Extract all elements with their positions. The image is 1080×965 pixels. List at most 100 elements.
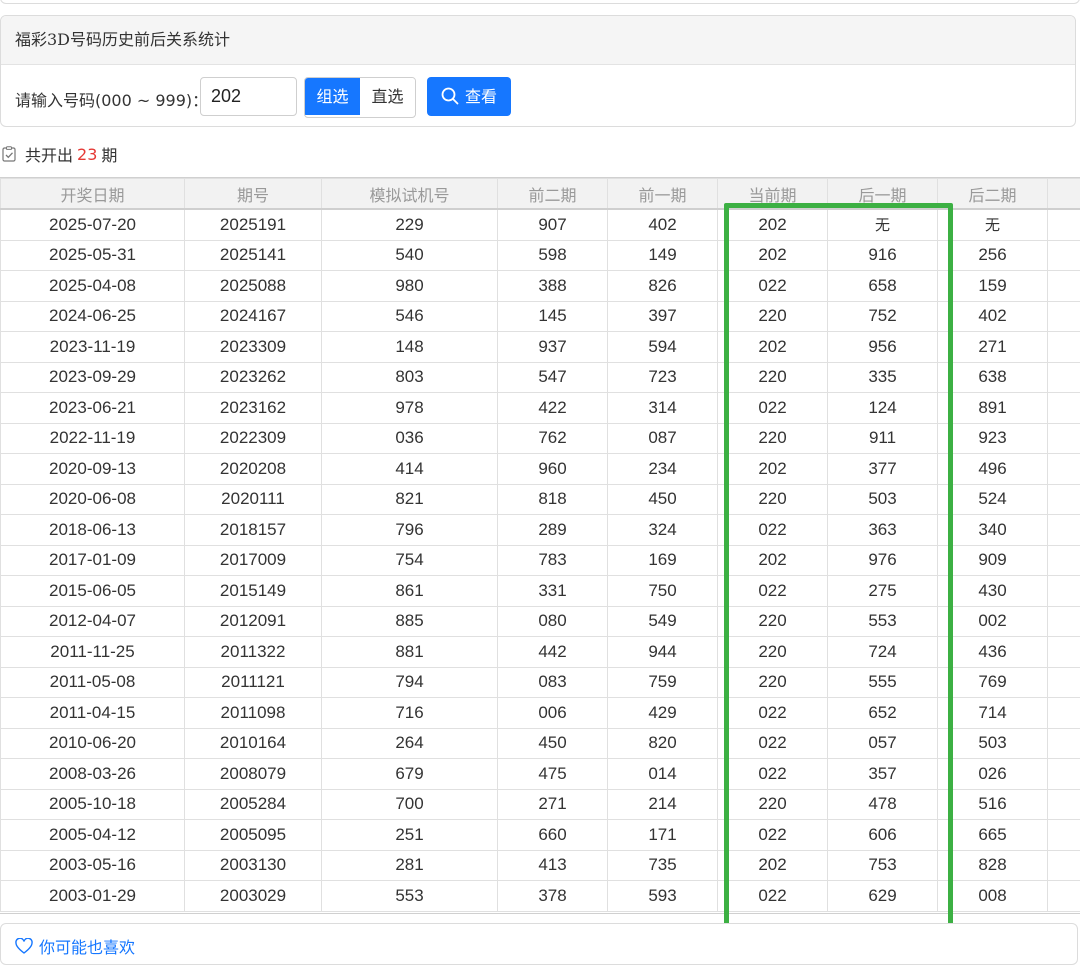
table-cell: 2015149	[185, 576, 322, 607]
query-row: 请输入号码(000 ~ 999)： 组选 直选 查看	[1, 65, 1075, 127]
table-cell: 159	[938, 271, 1048, 302]
table-cell: 769	[938, 667, 1048, 698]
table-cell: 229	[322, 209, 498, 240]
table-cell: 753	[828, 850, 938, 881]
table-row: 2011-11-252011322881442944220724436	[1, 637, 1080, 668]
table-cell: 796	[322, 515, 498, 546]
history-table-container[interactable]: 开奖日期期号模拟试机号前二期前一期当前期后一期后二期 2025-07-20202…	[0, 177, 1080, 914]
table-cell: 2011098	[185, 698, 322, 729]
table-cell: 2011322	[185, 637, 322, 668]
table-cell: 2020-09-13	[1, 454, 185, 485]
table-cell: 2025-07-20	[1, 209, 185, 240]
table-cell: 503	[828, 484, 938, 515]
table-cell: 881	[322, 637, 498, 668]
table-cell: 2003130	[185, 850, 322, 881]
table-cell: 976	[828, 545, 938, 576]
table-cell: 2011-05-08	[1, 667, 185, 698]
table-cell: 083	[498, 667, 608, 698]
table-cell: 2025-04-08	[1, 271, 185, 302]
table-cell: 271	[498, 789, 608, 820]
table-cell: 256	[938, 240, 1048, 271]
table-cell: 2010164	[185, 728, 322, 759]
group-select-button[interactable]: 组选	[305, 78, 360, 115]
table-cell: 549	[608, 606, 718, 637]
summary-suffix: 期	[101, 142, 117, 166]
table-cell: 629	[828, 881, 938, 912]
column-header-overflow	[1048, 179, 1080, 210]
table-cell: 2024167	[185, 301, 322, 332]
table-cell: 057	[828, 728, 938, 759]
table-cell: 916	[828, 240, 938, 271]
table-cell: 2025191	[185, 209, 322, 240]
table-cell: 700	[322, 789, 498, 820]
table-cell: 907	[498, 209, 608, 240]
table-row: 2025-07-202025191229907402202无无	[1, 209, 1080, 240]
table-cell: 022	[718, 881, 828, 912]
table-cell: 149	[608, 240, 718, 271]
table-row: 2017-01-092017009754783169202976909	[1, 545, 1080, 576]
table-cell: 2017-01-09	[1, 545, 185, 576]
number-input[interactable]	[200, 77, 297, 116]
table-cell: 251	[322, 820, 498, 851]
table-cell: 388	[498, 271, 608, 302]
table-cell-overflow	[1048, 728, 1080, 759]
table-cell: 080	[498, 606, 608, 637]
table-row: 2023-09-292023262803547723220335638	[1, 362, 1080, 393]
table-cell: 2025141	[185, 240, 322, 271]
table-cell: 978	[322, 393, 498, 424]
table-cell-overflow	[1048, 271, 1080, 302]
column-header: 前一期	[608, 179, 718, 210]
table-cell-overflow	[1048, 332, 1080, 363]
table-cell: 555	[828, 667, 938, 698]
table-cell-overflow	[1048, 606, 1080, 637]
table-cell: 436	[938, 637, 1048, 668]
table-cell: 无	[938, 209, 1048, 240]
view-button[interactable]: 查看	[427, 77, 511, 116]
table-cell: 275	[828, 576, 938, 607]
table-cell: 202	[718, 209, 828, 240]
table-cell: 2022-11-19	[1, 423, 185, 454]
table-cell: 022	[718, 393, 828, 424]
summary-prefix: 共开出	[25, 142, 73, 166]
table-row: 2010-06-202010164264450820022057503	[1, 728, 1080, 759]
table-cell: 022	[718, 759, 828, 790]
table-cell: 429	[608, 698, 718, 729]
recommend-link[interactable]: 你可能也喜欢	[15, 934, 135, 958]
column-header: 后一期	[828, 179, 938, 210]
table-cell: 2008-03-26	[1, 759, 185, 790]
table-cell: 2005284	[185, 789, 322, 820]
table-cell: 2003-01-29	[1, 881, 185, 912]
table-cell: 442	[498, 637, 608, 668]
table-cell-overflow	[1048, 759, 1080, 790]
table-body: 2025-07-202025191229907402202无无2025-05-3…	[1, 209, 1080, 911]
table-cell: 754	[322, 545, 498, 576]
table-cell-overflow	[1048, 545, 1080, 576]
table-cell: 331	[498, 576, 608, 607]
table-cell: 2012-04-07	[1, 606, 185, 637]
table-cell: 234	[608, 454, 718, 485]
table-cell: 752	[828, 301, 938, 332]
table-row: 2015-06-052015149861331750022275430	[1, 576, 1080, 607]
table-cell: 026	[938, 759, 1048, 790]
table-cell: 2008079	[185, 759, 322, 790]
table-cell-overflow	[1048, 240, 1080, 271]
direct-select-button[interactable]: 直选	[360, 78, 415, 115]
table-cell-overflow	[1048, 637, 1080, 668]
table-row: 2003-01-292003029553378593022629008	[1, 881, 1080, 912]
table-cell: 2023309	[185, 332, 322, 363]
heart-icon	[15, 938, 33, 954]
column-header: 期号	[185, 179, 322, 210]
table-cell: 553	[828, 606, 938, 637]
table-cell: 220	[718, 362, 828, 393]
table-cell: 2003-05-16	[1, 850, 185, 881]
table-cell-overflow	[1048, 423, 1080, 454]
table-cell: 2010-06-20	[1, 728, 185, 759]
table-cell: 无	[828, 209, 938, 240]
table-cell: 340	[938, 515, 1048, 546]
table-cell: 171	[608, 820, 718, 851]
table-cell: 363	[828, 515, 938, 546]
column-header: 后二期	[938, 179, 1048, 210]
mode-toggle: 组选 直选	[304, 77, 416, 118]
table-row: 2023-11-192023309148937594202956271	[1, 332, 1080, 363]
table-cell: 2025-05-31	[1, 240, 185, 271]
